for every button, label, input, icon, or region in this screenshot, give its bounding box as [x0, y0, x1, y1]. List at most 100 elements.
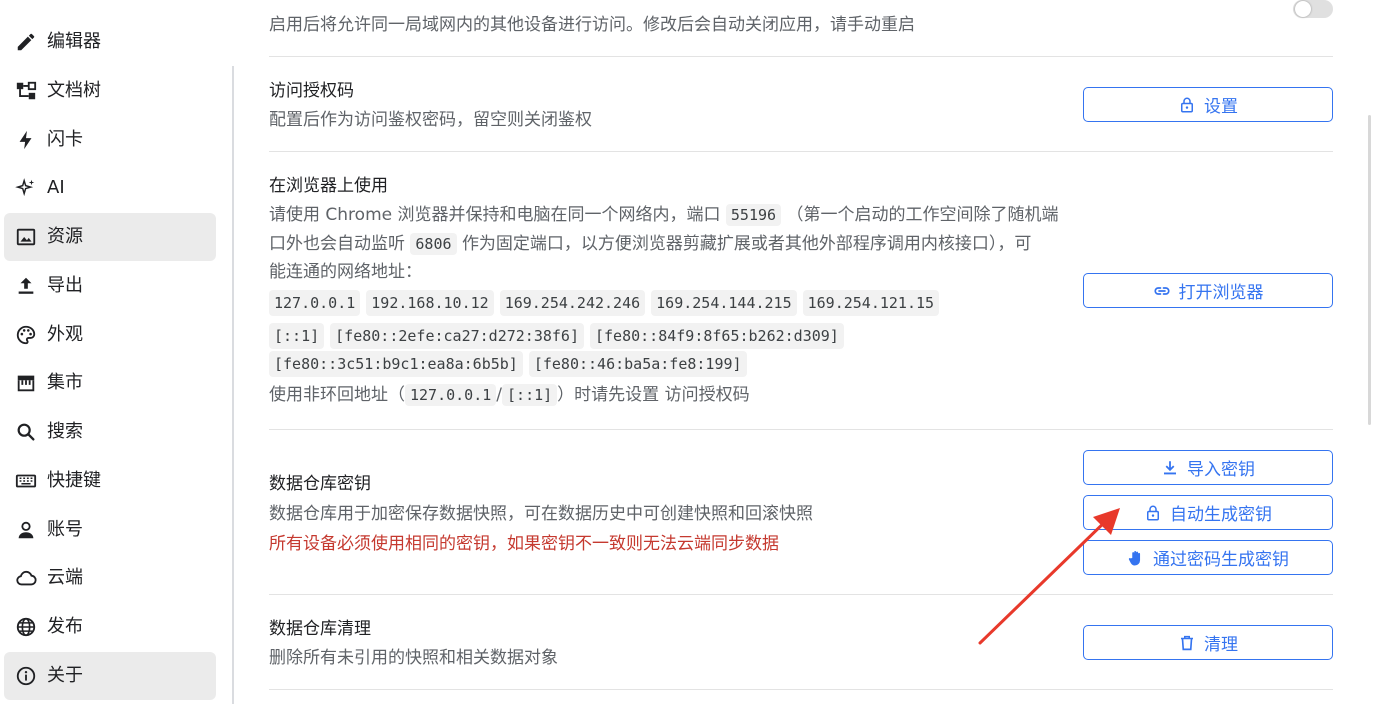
sidebar-item-flashcard[interactable]: 闪卡	[4, 116, 216, 164]
sidebar-item-cloud[interactable]: 云端	[4, 554, 216, 602]
address-code: [::1]	[269, 323, 325, 349]
sidebar-item-doctree[interactable]: 文档树	[4, 67, 216, 115]
address-code: 169.254.242.246	[499, 290, 646, 316]
auth-title: 访问授权码	[269, 81, 354, 101]
sparkle-icon	[14, 176, 38, 200]
desc-text: 使用非环回地址（	[269, 385, 405, 405]
button-label: 打开浏览器	[1178, 283, 1264, 303]
desc-text: 口外也会自动监听	[269, 234, 405, 254]
scrollbar-thumb[interactable]	[1368, 115, 1371, 425]
toggle-knob	[1295, 1, 1311, 17]
cloud-icon	[14, 566, 38, 590]
keyboard-icon	[14, 469, 38, 493]
sidebar: 编辑器 文档树 闪卡 AI 资源 导出 外观 集市 搜索 快捷键 账号 云端 发…	[0, 0, 232, 704]
repo-key-desc: 数据仓库用于加密保存数据快照，可在数据历史中可创建快照和回滚快照	[269, 504, 813, 524]
bolt-icon	[14, 128, 38, 152]
address-code: [fe80::84f9:8f65:b262:d309]	[590, 323, 844, 349]
palette-icon	[14, 323, 38, 347]
button-label: 自动生成密钥	[1170, 505, 1272, 525]
open-browser-button[interactable]: 打开浏览器	[1083, 273, 1333, 308]
info-icon	[14, 664, 38, 688]
auth-desc: 配置后作为访问鉴权密码，留空则关闭鉴权	[269, 110, 592, 130]
upload-icon	[14, 274, 38, 298]
lock-icon	[1178, 96, 1196, 114]
row-divider	[269, 56, 1333, 57]
address-code: 192.168.10.12	[366, 290, 494, 316]
browser-desc-line-3: 能连通的网络地址：	[269, 262, 422, 282]
clean-repo-button[interactable]: 清理	[1083, 625, 1333, 660]
sidebar-item-label: 导出	[47, 275, 83, 296]
sidebar-item-label: 文档树	[47, 80, 101, 101]
sidebar-item-label: 闪卡	[47, 129, 83, 150]
password-generate-key-button[interactable]: 通过密码生成密钥	[1083, 540, 1333, 575]
row-divider	[269, 151, 1333, 152]
import-key-button[interactable]: 导入密钥	[1083, 450, 1333, 485]
address-code: [fe80::2efe:ca27:d272:38f6]	[330, 323, 584, 349]
sidebar-item-label: AI	[47, 177, 65, 198]
sidebar-item-editor[interactable]: 编辑器	[4, 18, 216, 66]
tree-icon	[14, 79, 38, 103]
browser-note: 使用非环回地址（ 127.0.0.1/[::1] ）时请先设置 访问授权码	[269, 381, 750, 410]
button-label: 清理	[1204, 635, 1238, 655]
auto-generate-key-button[interactable]: 自动生成密钥	[1083, 495, 1333, 530]
desc-text: （第一个启动的工作空间除了随机端	[786, 205, 1059, 225]
lan-toggle[interactable]	[1293, 0, 1333, 18]
port-code: 55196	[725, 204, 782, 226]
image-icon	[14, 225, 38, 249]
button-label: 导入密钥	[1187, 460, 1255, 480]
sidebar-item-label: 云端	[47, 567, 83, 588]
sidebar-item-appearance[interactable]: 外观	[4, 311, 216, 359]
desc-text: ）时请先设置 访问授权码	[557, 385, 750, 405]
store-icon	[14, 371, 38, 395]
fixed-port-code: 6806	[410, 233, 457, 255]
address-list-ipv6-1: [::1] [fe80::2efe:ca27:d272:38f6] [fe80:…	[269, 323, 844, 349]
sidebar-item-keymap[interactable]: 快捷键	[4, 457, 216, 505]
button-label: 设置	[1204, 97, 1238, 117]
repo-clean-desc: 删除所有未引用的快照和相关数据对象	[269, 648, 558, 668]
loopback-code: 127.0.0.1	[405, 384, 497, 406]
address-code: 127.0.0.1	[269, 290, 361, 316]
browser-title: 在浏览器上使用	[269, 176, 388, 196]
browser-desc-line-2: 口外也会自动监听 6806 作为固定端口，以方便浏览器剪藏扩展或者其他外部程序调…	[269, 230, 1031, 259]
desc-text: 作为固定端口，以方便浏览器剪藏扩展或者其他外部程序调用内核接口），可	[461, 234, 1032, 254]
sidebar-item-export[interactable]: 导出	[4, 262, 216, 310]
sidebar-item-label: 集市	[47, 372, 83, 393]
row-divider	[269, 689, 1333, 690]
download-icon	[1161, 459, 1179, 477]
loopback-code: [::1]	[502, 384, 558, 406]
button-label: 通过密码生成密钥	[1153, 550, 1289, 570]
trash-icon	[1178, 634, 1196, 652]
lock-icon	[1144, 504, 1162, 522]
address-code: 169.254.121.15	[802, 290, 940, 316]
row-divider	[269, 429, 1333, 430]
address-code: 169.254.144.215	[651, 290, 797, 316]
sidebar-item-label: 资源	[47, 226, 83, 247]
row-divider	[269, 594, 1333, 595]
sidebar-item-bazaar[interactable]: 集市	[4, 359, 216, 407]
sidebar-item-about[interactable]: 关于	[4, 652, 216, 700]
repo-clean-title: 数据仓库清理	[269, 619, 371, 639]
address-list-ipv4: 127.0.0.1 192.168.10.12 169.254.242.246 …	[269, 290, 940, 316]
globe-icon	[14, 615, 38, 639]
settings-panel: 启用后将允许同一局域网内的其他设备进行访问。修改后会自动关闭应用，请手动重启 访…	[240, 0, 1360, 704]
sidebar-item-account[interactable]: 账号	[4, 506, 216, 554]
set-auth-code-button[interactable]: 设置	[1083, 87, 1333, 122]
desc-text: 请使用 Chrome 浏览器并保持和电脑在同一个网络内，端口	[269, 205, 721, 225]
search-icon	[14, 420, 38, 444]
lan-desc: 启用后将允许同一局域网内的其他设备进行访问。修改后会自动关闭应用，请手动重启	[269, 15, 915, 35]
sidebar-item-label: 外观	[47, 324, 83, 345]
pencil-icon	[14, 30, 38, 54]
sidebar-item-label: 账号	[47, 519, 83, 540]
sidebar-item-label: 快捷键	[47, 470, 101, 491]
sidebar-item-assets[interactable]: 资源	[4, 213, 216, 261]
sidebar-item-search[interactable]: 搜索	[4, 408, 216, 456]
repo-key-title: 数据仓库密钥	[269, 474, 371, 494]
address-list-ipv6-2: [fe80::3c51:b9c1:ea8a:6b5b] [fe80::46:ba…	[269, 351, 747, 377]
address-code: [fe80::3c51:b9c1:ea8a:6b5b]	[269, 351, 523, 377]
sidebar-item-publish[interactable]: 发布	[4, 603, 216, 651]
user-icon	[14, 518, 38, 542]
link-icon	[1153, 282, 1171, 300]
address-code: [fe80::46:ba5a:fe8:199]	[528, 351, 747, 377]
sidebar-item-ai[interactable]: AI	[4, 164, 216, 212]
sidebar-item-label: 编辑器	[47, 31, 101, 52]
